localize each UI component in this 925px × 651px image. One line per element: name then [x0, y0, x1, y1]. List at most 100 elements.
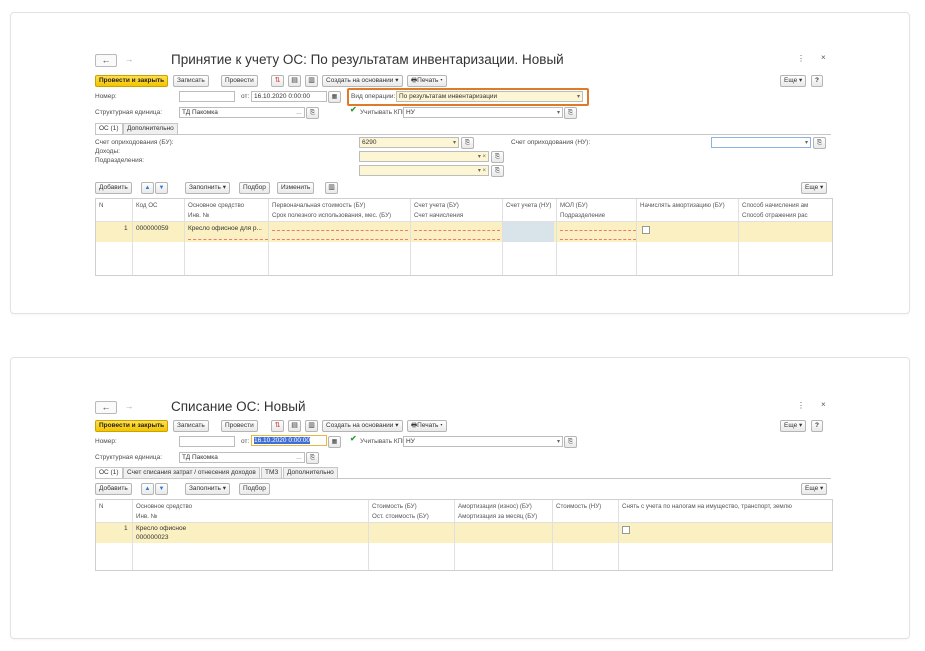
print-label: Печать	[417, 77, 439, 84]
dept-field[interactable]: ▾ ×	[359, 165, 489, 176]
open-link-icon[interactable]: ⎘	[564, 436, 577, 448]
checkbox-checked-icon[interactable]: ✔	[350, 434, 357, 443]
open-link-icon[interactable]: ⎘	[306, 452, 319, 464]
move-down-icon[interactable]: ▼	[155, 483, 168, 495]
table-more-button[interactable]: Еще ▾	[801, 182, 828, 194]
acct-nu-label: Счет оприходования (НУ):	[511, 139, 591, 146]
post-and-close-button[interactable]: Провести и закрыть	[95, 420, 169, 432]
fill-button[interactable]: Заполнить ▾	[185, 182, 230, 194]
print-button[interactable]: 🖶Печать ▾	[407, 75, 447, 87]
row-asset[interactable]: Кресло офисное	[136, 525, 186, 532]
depreciate-checkbox[interactable]	[642, 226, 650, 234]
income-field[interactable]: ▾ ×	[359, 151, 489, 162]
open-link-icon[interactable]: ⎘	[491, 151, 504, 163]
print-label: Печать	[417, 422, 439, 429]
fill-label: Заполнить	[189, 184, 221, 191]
close-icon[interactable]: ×	[821, 400, 826, 409]
move-down-icon[interactable]: ▼	[155, 182, 168, 194]
write-button[interactable]: Записать	[173, 420, 209, 432]
required-marker	[272, 230, 408, 231]
post-button[interactable]: Провести	[221, 420, 258, 432]
dt-kt-icon[interactable]: ⇅	[271, 420, 284, 432]
kpn-field[interactable]: НУ ▾	[403, 436, 563, 447]
back-arrow-icon[interactable]: ←	[95, 54, 117, 67]
acct-bu-field[interactable]: 6290 ▾	[359, 137, 459, 148]
structure-icon[interactable]: ▥	[305, 75, 318, 87]
number-field[interactable]	[179, 436, 235, 447]
create-based-on-label: Создать на основании	[326, 422, 394, 429]
date-field[interactable]: 16.10.2020 0:00:00	[251, 91, 327, 102]
close-icon[interactable]: ×	[821, 53, 826, 62]
col-code: Код ОС	[136, 202, 158, 209]
add-row-button[interactable]: Добавить	[95, 182, 132, 194]
dt-kt-icon[interactable]: ⇅	[271, 75, 284, 87]
more-vert-icon[interactable]: ⋮	[797, 54, 805, 63]
tab-tmz[interactable]: ТМЗ	[261, 467, 283, 478]
unit-field[interactable]: ТД Пакомка…	[179, 107, 305, 118]
checkbox-checked-icon[interactable]: ✔	[350, 105, 357, 114]
col-divider	[738, 199, 739, 275]
help-button[interactable]: ?	[811, 420, 823, 432]
col-asset: Основное средство	[188, 202, 245, 209]
back-arrow-icon[interactable]: ←	[95, 401, 117, 414]
report-icon[interactable]: ▤	[288, 75, 301, 87]
pick-button[interactable]: Подбор	[239, 182, 270, 194]
calendar-icon[interactable]: ▦	[328, 91, 341, 103]
unit-field[interactable]: ТД Пакомка…	[179, 452, 305, 463]
add-row-button[interactable]: Добавить	[95, 483, 132, 495]
col-cost-bu: Стоимость (БУ)	[372, 503, 417, 510]
calendar-icon[interactable]: ▦	[328, 436, 341, 448]
kpn-field[interactable]: НУ ▾	[403, 107, 563, 118]
tab-additional[interactable]: Дополнительно	[123, 123, 178, 134]
open-link-icon[interactable]: ⎘	[461, 137, 474, 149]
chevron-down-icon: ▾	[452, 140, 456, 146]
more-button[interactable]: Еще ▾	[780, 75, 807, 87]
operation-type-select[interactable]: По результатам инвентаризации ▾	[396, 91, 583, 102]
move-up-icon[interactable]: ▲	[141, 483, 154, 495]
acct-nu-field[interactable]: ▾	[711, 137, 811, 148]
kpn-label: Учитывать КПН	[360, 438, 407, 445]
number-field[interactable]	[179, 91, 235, 102]
deregister-checkbox[interactable]	[622, 526, 630, 534]
create-based-on-button[interactable]: Создать на основании ▾	[322, 75, 403, 87]
tab-expense-account[interactable]: Счет списания затрат / отнесения доходов	[123, 467, 260, 478]
tab-os[interactable]: ОС (1)	[95, 467, 123, 478]
operation-type-label: Вид операции:	[351, 93, 396, 100]
date-field[interactable]: 16.10.2020 0:00:00	[251, 435, 327, 446]
barcode-icon[interactable]: ▥	[325, 182, 338, 194]
acct-nu-cell[interactable]	[502, 222, 554, 242]
more-vert-icon[interactable]: ⋮	[797, 401, 805, 410]
forward-arrow-icon[interactable]: →	[119, 401, 139, 412]
open-link-icon[interactable]: ⎘	[491, 165, 504, 177]
row-asset[interactable]: Кресло офисное для р...	[188, 225, 262, 232]
col-depreciation: Амортизация (износ) (БУ)	[458, 503, 532, 510]
table-row[interactable]: 1 000000059 Кресло офисное для р...	[96, 222, 832, 242]
open-link-icon[interactable]: ⎘	[306, 107, 319, 119]
help-button[interactable]: ?	[811, 75, 823, 87]
open-link-icon[interactable]: ⎘	[564, 107, 577, 119]
required-marker	[560, 239, 636, 240]
col-divider	[410, 199, 411, 275]
print-button[interactable]: 🖶Печать ▾	[407, 420, 447, 432]
report-icon[interactable]: ▤	[288, 420, 301, 432]
fill-button[interactable]: Заполнить ▾	[185, 483, 230, 495]
move-up-icon[interactable]: ▲	[141, 182, 154, 194]
forward-arrow-icon[interactable]: →	[119, 54, 139, 65]
open-link-icon[interactable]: ⎘	[813, 137, 826, 149]
post-and-close-button[interactable]: Провести и закрыть	[95, 75, 169, 87]
tab-os[interactable]: ОС (1)	[95, 123, 123, 134]
pick-button[interactable]: Подбор	[239, 483, 270, 495]
more-button[interactable]: Еще ▾	[780, 420, 807, 432]
change-button[interactable]: Изменить	[277, 182, 315, 194]
document-card-acceptance: ← → Принятие к учету ОС: По результатам …	[10, 12, 910, 314]
fill-label: Заполнить	[189, 485, 221, 492]
post-button[interactable]: Провести	[221, 75, 258, 87]
structure-icon[interactable]: ▥	[305, 420, 318, 432]
create-based-on-button[interactable]: Создать на основании ▾	[322, 420, 403, 432]
table-more-button[interactable]: Еще ▾	[801, 483, 828, 495]
tab-additional[interactable]: Дополнительно	[283, 467, 338, 478]
col-useful-life: Срок полезного использования, мес. (БУ)	[272, 212, 392, 219]
more-label: Еще	[784, 422, 798, 429]
table-row[interactable]: 1 Кресло офисное 000000023	[96, 523, 832, 543]
write-button[interactable]: Записать	[173, 75, 209, 87]
